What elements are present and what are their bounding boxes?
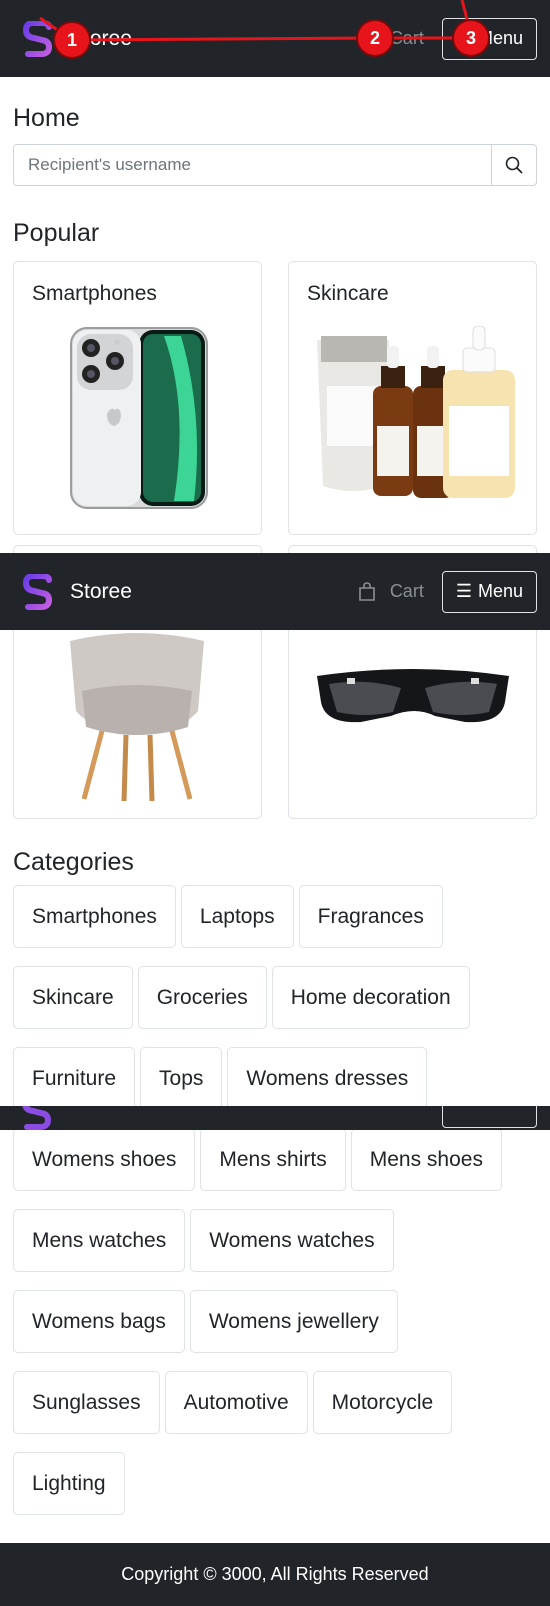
category-item[interactable]: Womens dresses [227,1047,428,1110]
cart-link[interactable]: Cart [358,581,424,602]
category-item[interactable]: Tops [140,1047,223,1110]
home-title: Home [13,104,80,132]
category-item[interactable]: Automotive [164,1371,308,1434]
card-title: Smartphones [32,282,157,305]
smartphone-image [70,327,208,509]
category-item[interactable]: Fragrances [298,885,443,948]
brand-logo-icon [22,1106,52,1130]
menu-button[interactable]: ☰ Menu [441,570,537,613]
categories-title: Categories [13,848,134,876]
brand-name[interactable]: Storee [70,580,132,604]
search-button[interactable] [491,145,536,185]
skincare-image [317,326,515,498]
category-item[interactable]: Smartphones [13,885,176,948]
search-bar [13,144,537,186]
category-item[interactable]: Womens jewellery [189,1290,398,1353]
popular-card-smartphones[interactable]: Smartphones [13,261,262,535]
category-item[interactable]: Home decoration [271,966,470,1029]
category-item[interactable]: Mens shoes [350,1128,502,1191]
category-item[interactable]: Groceries [137,966,267,1029]
category-item[interactable]: Womens watches [190,1209,394,1272]
category-item[interactable]: Motorcycle [312,1371,453,1434]
menu-label: Menu [477,581,523,601]
category-item[interactable]: Lighting [13,1452,125,1515]
copyright-text: Copyright © 3000, All Rights Reserved [121,1564,429,1584]
annotation-marker-2: 2 [356,19,394,57]
chair-image [70,633,204,801]
search-input[interactable] [14,145,491,185]
footer: Copyright © 3000, All Rights Reserved [0,1543,550,1606]
cart-label: Cart [389,581,424,601]
category-list: Smartphones Laptops Fragrances Skincare Gro… [13,885,537,1533]
category-item[interactable]: Mens watches [13,1209,186,1272]
sunglasses-image [317,669,509,723]
cart-label: Cart [389,28,424,48]
category-item[interactable]: Skincare [13,966,133,1029]
brand-logo-icon[interactable] [22,20,54,57]
category-item[interactable]: Sunglasses [13,1371,160,1434]
annotation-marker-3: 3 [452,19,490,57]
category-item[interactable]: Furniture [13,1047,136,1110]
category-item[interactable]: Laptops [180,885,294,948]
sticky-navbar: Storee Cart ☰ Menu [0,553,550,630]
popular-title: Popular [13,219,100,247]
search-icon [505,156,523,174]
brand-logo-icon[interactable] [22,573,54,610]
popular-card-skincare[interactable]: Skincare [288,261,537,535]
card-title: Skincare [307,282,389,305]
annotation-marker-1: 1 [53,21,91,59]
navbar-strip [0,1106,550,1130]
menu-button-edge[interactable] [442,1106,537,1128]
category-item[interactable]: Mens shirts [200,1128,346,1191]
shopping-bag-icon [359,581,375,601]
hamburger-icon: ☰ [455,581,472,601]
category-item[interactable]: Womens bags [13,1290,185,1353]
category-item[interactable]: Womens shoes [13,1128,196,1191]
